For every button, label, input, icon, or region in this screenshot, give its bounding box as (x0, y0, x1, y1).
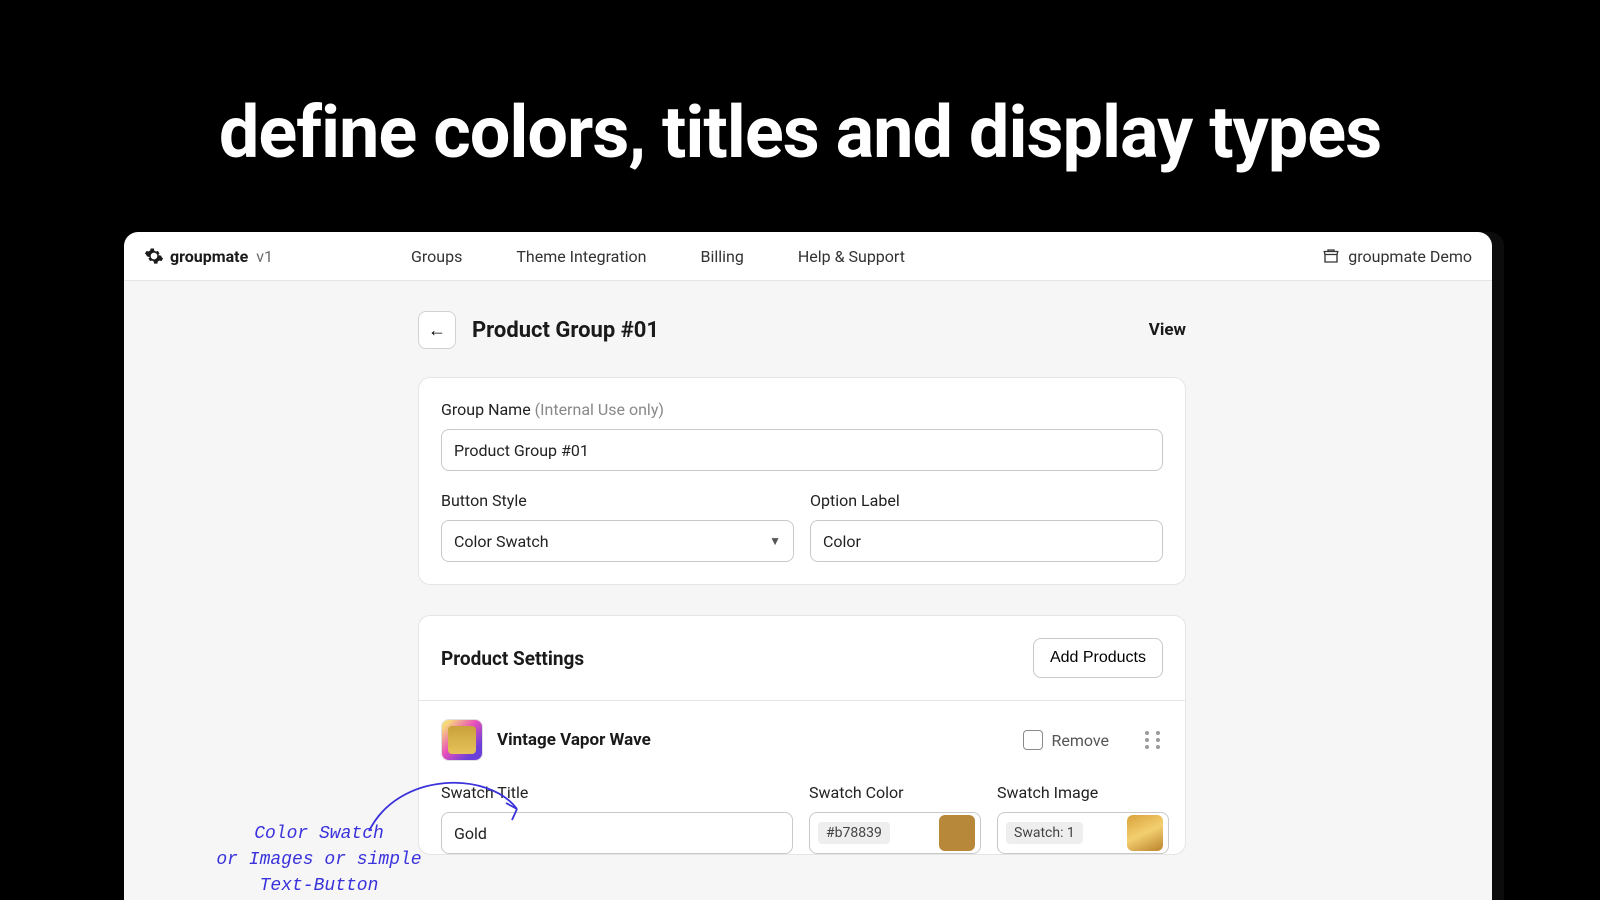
product-thumbnail[interactable] (441, 719, 483, 761)
group-name-input[interactable]: Product Group #01 (441, 429, 1163, 471)
hero-title: define colors, titles and display types (0, 90, 1600, 175)
demo-store-label: groupmate Demo (1348, 247, 1472, 266)
group-card: Group Name (Internal Use only) Product G… (418, 377, 1186, 585)
product-settings-title: Product Settings (441, 647, 584, 670)
page-title: Product Group #01 (472, 318, 1133, 343)
main-area: ← Product Group #01 View Group Name (Int… (124, 281, 1492, 900)
swatch-image-input[interactable]: Swatch: 1 (997, 812, 1169, 854)
annotation-left: Color Swatch or Images or simple Text-Bu… (189, 821, 449, 899)
product-name: Vintage Vapor Wave (497, 730, 1009, 750)
button-style-value: Color Swatch (454, 532, 549, 551)
add-products-button[interactable]: Add Products (1033, 638, 1163, 678)
remove-checkbox[interactable] (1023, 730, 1043, 750)
swatch-image-label: Swatch Image (997, 783, 1169, 802)
drag-handle-icon[interactable] (1145, 731, 1163, 749)
brand-logo: groupmate v1 (144, 246, 273, 266)
topbar: groupmate v1 Groups Theme Integration Bi… (124, 232, 1492, 281)
nav-billing[interactable]: Billing (700, 247, 743, 266)
swatch-image-preview (1127, 815, 1163, 851)
nav-groups[interactable]: Groups (411, 247, 462, 266)
swatch-color-label: Swatch Color (809, 783, 981, 802)
nav-help-support[interactable]: Help & Support (798, 247, 905, 266)
group-name-hint: (Internal Use only) (535, 400, 664, 419)
chevron-down-icon: ▼ (769, 534, 781, 548)
storefront-icon (1322, 247, 1340, 265)
brand-name: groupmate (170, 247, 248, 266)
remove-product-toggle[interactable]: Remove (1023, 730, 1109, 750)
demo-store-badge[interactable]: groupmate Demo (1322, 247, 1472, 266)
nav-theme-integration[interactable]: Theme Integration (516, 247, 646, 266)
product-settings-card: Product Settings Add Products Vintage Va… (418, 615, 1186, 855)
gear-icon (144, 246, 164, 266)
page-header: ← Product Group #01 View (418, 311, 1186, 349)
swatch-color-input[interactable]: #b78839 (809, 812, 981, 854)
option-label-input[interactable]: Color (810, 520, 1163, 562)
group-name-label: Group Name (Internal Use only) (441, 400, 1163, 419)
swatch-image-chip: Swatch: 1 (1006, 822, 1083, 844)
button-style-label: Button Style (441, 491, 794, 510)
swatch-color-chip: #b78839 (818, 822, 890, 844)
button-style-select[interactable]: Color Swatch ▼ (441, 520, 794, 562)
top-nav: Groups Theme Integration Billing Help & … (411, 247, 905, 266)
view-button[interactable]: View (1149, 320, 1186, 340)
remove-label: Remove (1051, 731, 1109, 750)
option-label-label: Option Label (810, 491, 1163, 510)
back-button[interactable]: ← (418, 311, 456, 349)
brand-version: v1 (256, 247, 273, 266)
swatch-color-preview (939, 815, 975, 851)
product-row: Vintage Vapor Wave Remove Swatch Title G (419, 700, 1185, 854)
app-window: groupmate v1 Groups Theme Integration Bi… (124, 232, 1492, 900)
